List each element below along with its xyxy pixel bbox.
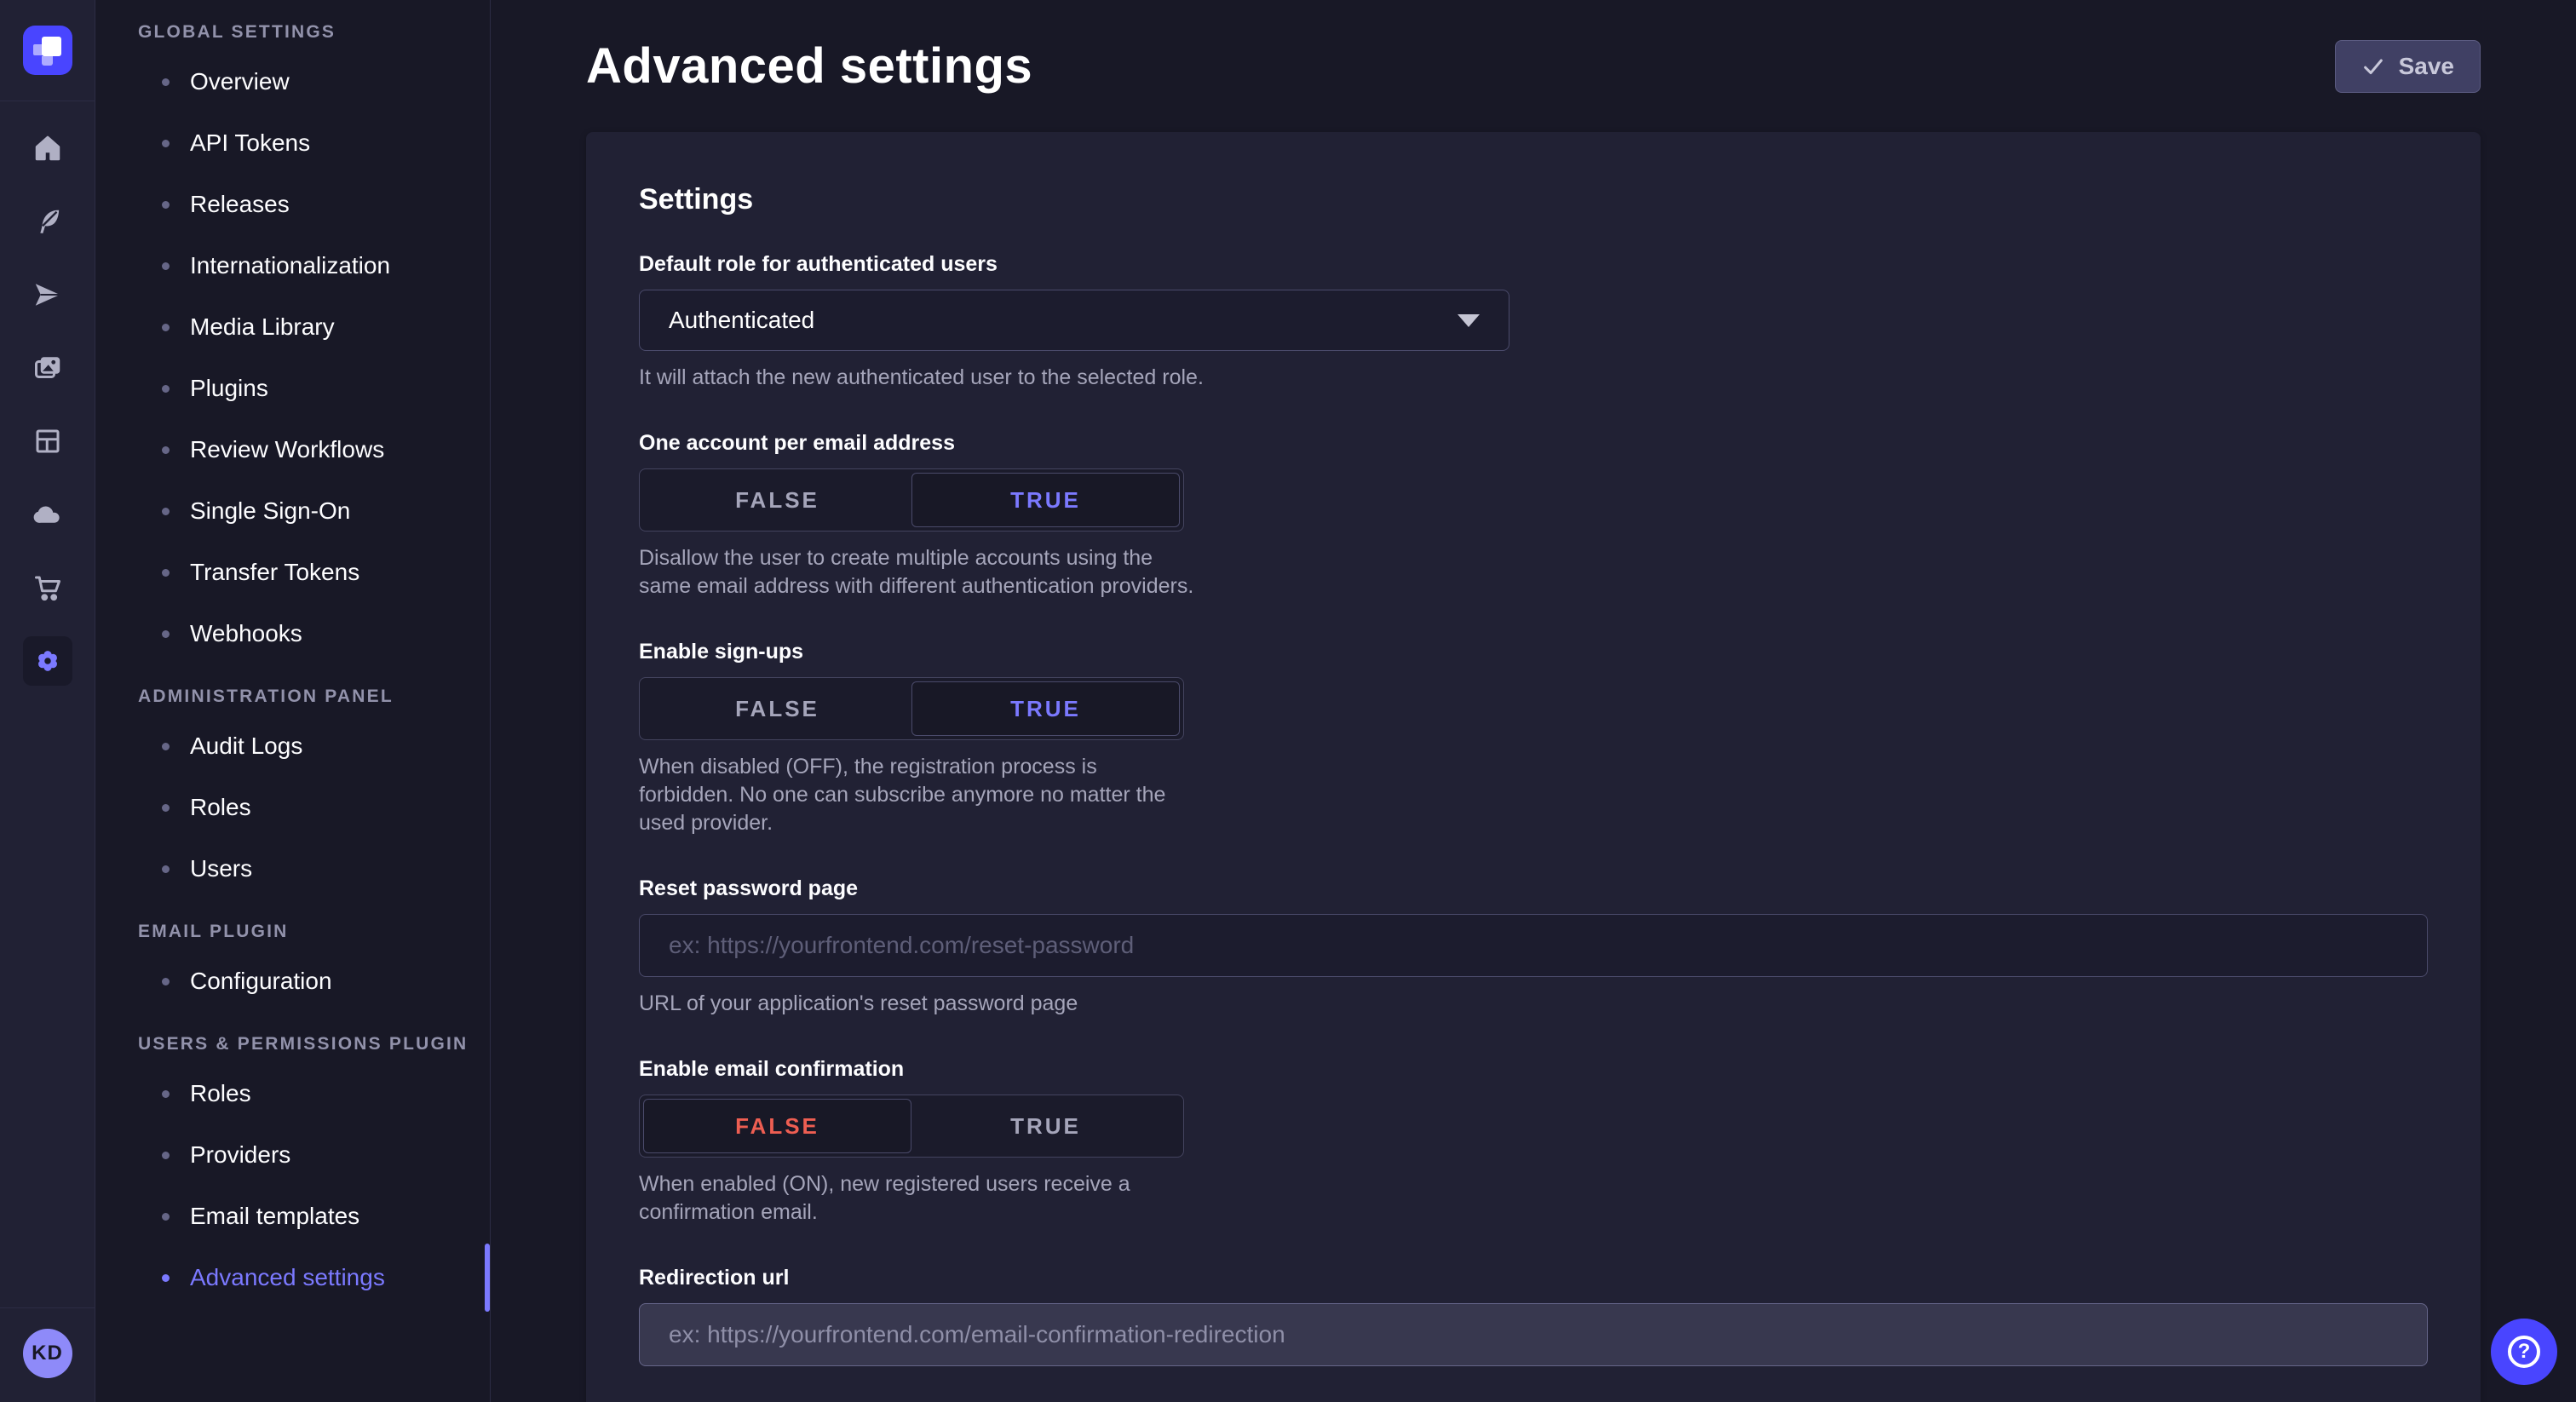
one-account-per-email-toggle: FALSE TRUE: [639, 468, 1184, 531]
bullet-icon: [162, 385, 170, 393]
user-avatar[interactable]: KD: [23, 1329, 72, 1378]
bullet-icon: [162, 78, 170, 86]
bullet-icon: [162, 1213, 170, 1221]
chevron-down-icon: [1458, 314, 1480, 327]
bullet-icon: [162, 508, 170, 515]
bullet-icon: [162, 743, 170, 750]
sidebar-item-admin-roles[interactable]: Roles: [95, 777, 490, 838]
field-label: One account per email address: [639, 431, 2428, 456]
field-redirection-url: Redirection url: [639, 1266, 2428, 1366]
media-library-icon[interactable]: [23, 343, 72, 393]
toggle-option-true[interactable]: TRUE: [911, 473, 1180, 527]
field-hint: URL of your application's reset password…: [639, 990, 2428, 1018]
help-button[interactable]: ?: [2491, 1319, 2557, 1385]
bullet-icon: [162, 804, 170, 812]
sidebar-item-api-tokens[interactable]: API Tokens: [95, 112, 490, 174]
strapi-logo-glyph: [42, 56, 53, 66]
bullet-icon: [162, 630, 170, 638]
strapi-logo-glyph: [42, 37, 61, 56]
toggle-option-true[interactable]: TRUE: [911, 1099, 1180, 1153]
sidebar-item-overview[interactable]: Overview: [95, 51, 490, 112]
sidebar-item-webhooks[interactable]: Webhooks: [95, 603, 490, 664]
default-role-select[interactable]: Authenticated: [639, 290, 1509, 351]
layout-icon[interactable]: [23, 417, 72, 466]
sidebar-item-internationalization[interactable]: Internationalization: [95, 235, 490, 296]
field-default-role: Default role for authenticated users Aut…: [639, 252, 2428, 392]
select-value: Authenticated: [669, 307, 814, 334]
field-enable-sign-ups: Enable sign-ups FALSE TRUE When disabled…: [639, 640, 2428, 837]
bullet-icon: [162, 262, 170, 270]
main-nav-rail: KD: [0, 0, 95, 1402]
sidebar-item-transfer-tokens[interactable]: Transfer Tokens: [95, 542, 490, 603]
settings-gear-icon[interactable]: [23, 636, 72, 686]
field-hint: Disallow the user to create multiple acc…: [639, 544, 1197, 600]
bullet-icon: [162, 569, 170, 577]
strapi-logo[interactable]: [23, 26, 72, 75]
sidebar-item-single-sign-on[interactable]: Single Sign-On: [95, 480, 490, 542]
sidebar-item-audit-logs[interactable]: Audit Logs: [95, 715, 490, 777]
sidebar-section-email-plugin: EMAIL PLUGIN: [95, 899, 490, 951]
home-icon[interactable]: [23, 124, 72, 173]
field-hint: It will attach the new authenticated use…: [639, 364, 2428, 392]
field-label: Enable sign-ups: [639, 640, 2428, 664]
bullet-icon: [162, 1274, 170, 1282]
content-type-builder-icon[interactable]: [23, 197, 72, 246]
sidebar-item-plugins[interactable]: Plugins: [95, 358, 490, 419]
toggle-option-false[interactable]: FALSE: [643, 1099, 911, 1153]
field-reset-password-page: Reset password page URL of your applicat…: [639, 876, 2428, 1018]
strapi-logo-glyph: [33, 44, 43, 55]
bullet-icon: [162, 1152, 170, 1159]
content-manager-icon[interactable]: [23, 270, 72, 319]
field-hint: When enabled (ON), new registered users …: [639, 1170, 1197, 1227]
save-button[interactable]: Save: [2335, 40, 2481, 93]
bullet-icon: [162, 978, 170, 985]
sidebar-item-providers[interactable]: Providers: [95, 1124, 490, 1186]
sidebar-item-up-roles[interactable]: Roles: [95, 1063, 490, 1124]
sidebar-item-email-templates[interactable]: Email templates: [95, 1186, 490, 1247]
field-one-account-per-email: One account per email address FALSE TRUE…: [639, 431, 2428, 600]
settings-section-title: Settings: [639, 183, 2428, 216]
page-title: Advanced settings: [586, 37, 1032, 95]
toggle-option-true[interactable]: TRUE: [911, 681, 1180, 736]
sidebar-item-admin-users[interactable]: Users: [95, 838, 490, 899]
question-mark-icon: ?: [2508, 1336, 2540, 1368]
check-icon: [2361, 55, 2385, 78]
toggle-option-false[interactable]: FALSE: [643, 681, 911, 736]
toggle-option-false[interactable]: FALSE: [643, 473, 911, 527]
sidebar-item-email-configuration[interactable]: Configuration: [95, 951, 490, 1012]
field-label: Default role for authenticated users: [639, 252, 2428, 277]
bullet-icon: [162, 865, 170, 873]
sidebar-item-advanced-settings[interactable]: Advanced settings: [95, 1247, 490, 1308]
cloud-icon[interactable]: [23, 490, 72, 539]
field-label: Enable email confirmation: [639, 1057, 2428, 1082]
settings-sidebar: GLOBAL SETTINGS Overview API Tokens Rele…: [95, 0, 491, 1402]
bullet-icon: [162, 201, 170, 209]
divider: [0, 1307, 95, 1308]
reset-password-page-input[interactable]: [639, 914, 2428, 977]
field-label: Redirection url: [639, 1266, 2428, 1290]
field-label: Reset password page: [639, 876, 2428, 901]
field-hint: When disabled (OFF), the registration pr…: [639, 753, 1197, 837]
bullet-icon: [162, 140, 170, 147]
field-enable-email-confirmation: Enable email confirmation FALSE TRUE Whe…: [639, 1057, 2428, 1227]
enable-sign-ups-toggle: FALSE TRUE: [639, 677, 1184, 740]
sidebar-item-media-library[interactable]: Media Library: [95, 296, 490, 358]
bullet-icon: [162, 324, 170, 331]
bullet-icon: [162, 446, 170, 454]
bullet-icon: [162, 1090, 170, 1098]
sidebar-item-review-workflows[interactable]: Review Workflows: [95, 419, 490, 480]
sidebar-section-global-settings: GLOBAL SETTINGS: [95, 12, 490, 51]
enable-email-confirmation-toggle: FALSE TRUE: [639, 1095, 1184, 1158]
sidebar-section-administration-panel: ADMINISTRATION PANEL: [95, 664, 490, 715]
sidebar-section-users-permissions-plugin: USERS & PERMISSIONS PLUGIN: [95, 1012, 490, 1063]
redirection-url-input[interactable]: [639, 1303, 2428, 1366]
marketplace-cart-icon[interactable]: [23, 563, 72, 612]
settings-card: Settings Default role for authenticated …: [586, 132, 2481, 1402]
sidebar-item-releases[interactable]: Releases: [95, 174, 490, 235]
main-content: Advanced settings Save Settings Default …: [491, 0, 2576, 1402]
